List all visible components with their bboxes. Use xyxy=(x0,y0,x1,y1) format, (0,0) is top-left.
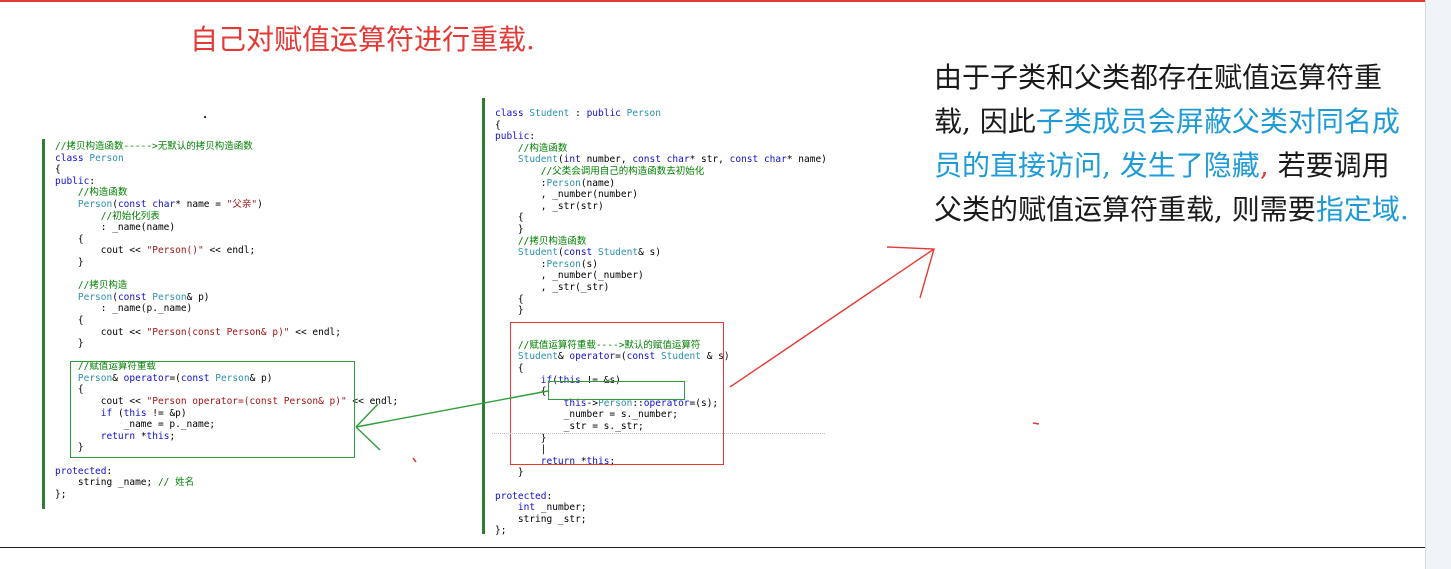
green-arrow xyxy=(355,390,549,451)
red-arrow xyxy=(729,246,935,388)
stray-red-mark-1 xyxy=(412,457,417,463)
stray-red-mark-2 xyxy=(1032,422,1040,425)
annotation-arrows xyxy=(355,246,1040,463)
